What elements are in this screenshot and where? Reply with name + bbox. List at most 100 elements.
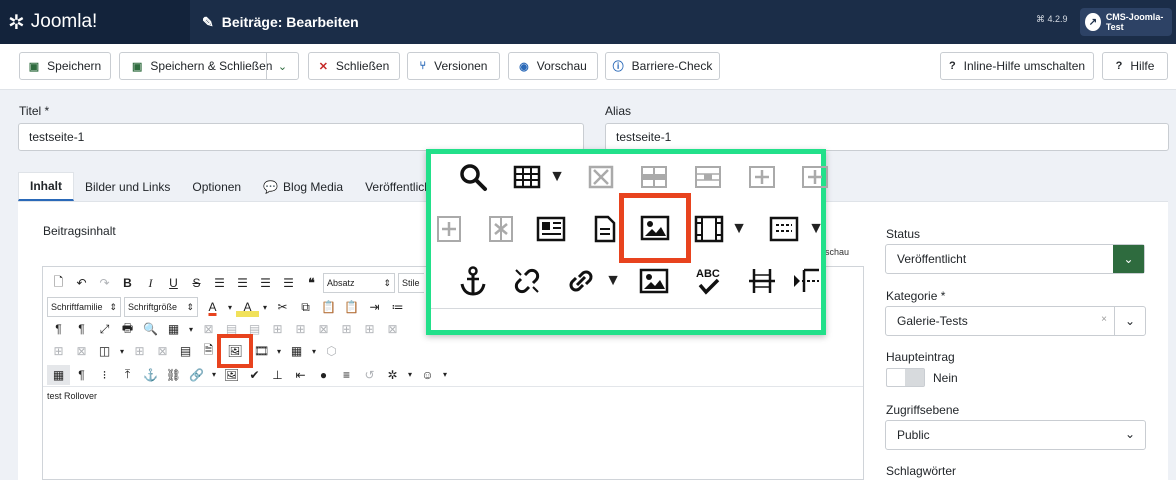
toggle-editor-partial[interactable]: rschau — [822, 247, 849, 257]
chevron-down-icon[interactable]: ▾ — [308, 341, 320, 361]
align-left-icon[interactable]: ☰ — [208, 273, 231, 293]
chevron-down-icon[interactable]: ▾ — [208, 365, 220, 385]
chevron-down-icon[interactable]: ▾ — [439, 365, 451, 385]
contact-card-icon[interactable]: ▤ — [174, 341, 197, 361]
cube-icon[interactable]: ⬡ — [320, 341, 343, 361]
spellcheck-icon[interactable]: ✔ — [243, 365, 266, 385]
save-button[interactable]: ▣ Speichern — [19, 52, 111, 80]
upload-icon[interactable]: ⤒ — [116, 365, 139, 385]
joomla-icon[interactable]: ✲ — [381, 365, 404, 385]
access-select[interactable]: Public ⌄ — [885, 420, 1146, 450]
insert-row-before-icon[interactable]: ⊞ — [266, 319, 289, 339]
align-justify-icon[interactable]: ☰ — [277, 273, 300, 293]
show-paragraphs-icon[interactable]: ¶ — [70, 365, 93, 385]
print-icon[interactable]: 🖶 — [116, 319, 139, 339]
cut-icon[interactable]: ✂ — [271, 297, 294, 317]
tab-inhalt[interactable]: Inhalt — [18, 172, 74, 201]
chevron-down-icon[interactable]: ▾ — [404, 365, 416, 385]
image-icon — [634, 261, 674, 301]
history-icon[interactable]: ↺ — [358, 365, 381, 385]
clear-icon[interactable]: × — [1101, 314, 1107, 325]
site-button[interactable]: ↗ CMS-Joomla-Test — [1080, 8, 1172, 36]
italic-icon[interactable]: I — [139, 273, 162, 293]
help-circle-icon[interactable]: ● — [312, 365, 335, 385]
anchor-icon[interactable]: ⚓ — [139, 365, 162, 385]
hr-icon[interactable]: ⊥ — [266, 365, 289, 385]
chevron-down-icon[interactable]: ▾ — [273, 341, 285, 361]
row-props-icon[interactable]: ▤ — [220, 319, 243, 339]
chevron-down-icon[interactable]: ▾ — [259, 297, 271, 317]
featured-toggle[interactable] — [886, 368, 925, 387]
paste-text-icon[interactable]: 📋 — [340, 297, 363, 317]
editor-content[interactable]: test Rollover — [47, 391, 97, 401]
align-right-icon[interactable]: ☰ — [254, 273, 277, 293]
strikethrough-icon[interactable]: S — [185, 273, 208, 293]
text-color-icon[interactable]: A — [201, 297, 224, 317]
paste-icon[interactable]: 📋 — [317, 297, 340, 317]
table-icon[interactable]: ▦ — [162, 319, 185, 339]
ordered-list-icon[interactable]: ≔ — [386, 297, 409, 317]
font-family-select[interactable]: Schriftfamilie ⇕ — [47, 297, 121, 317]
alias-input[interactable]: testseite-1 — [605, 123, 1169, 151]
style-select[interactable]: Stile — [398, 273, 424, 293]
undo-icon[interactable]: ↶ — [70, 273, 93, 293]
fullscreen-icon[interactable]: ⤢ — [93, 319, 116, 339]
ltr-icon[interactable]: ¶ — [47, 319, 70, 339]
visual-blocks-icon[interactable]: ▦ — [47, 364, 70, 385]
tab-optionen[interactable]: Optionen — [181, 172, 252, 201]
inline-help-button[interactable]: ? Inline-Hilfe umschalten — [940, 52, 1094, 80]
accessibility-check-button[interactable]: ⓘ Barriere-Check — [605, 52, 720, 80]
underline-icon[interactable]: U — [162, 273, 185, 293]
chevron-down-icon[interactable]: ▾ — [224, 297, 236, 317]
font-size-select[interactable]: Schriftgröße ⇕ — [124, 297, 198, 317]
tab-blog-media[interactable]: 💬 Blog Media — [252, 172, 354, 201]
remove-column-icon[interactable]: ⊠ — [151, 341, 174, 361]
chevron-down-icon[interactable]: ⌄ — [266, 53, 298, 79]
new-document-icon[interactable]: 🗋 — [47, 273, 70, 293]
image-icon[interactable]: 🖼 — [217, 334, 253, 368]
search-icon[interactable]: 🔍 — [139, 319, 162, 339]
delete-table-icon[interactable]: ⊠ — [197, 319, 220, 339]
help-button[interactable]: ? Hilfe — [1102, 52, 1168, 80]
status-select[interactable]: Veröffentlicht ⌄ — [885, 244, 1145, 274]
merge-cells-icon[interactable]: ⊠ — [70, 341, 93, 361]
versions-button[interactable]: ⑂ Versionen — [407, 52, 500, 80]
emoji-icon[interactable]: ☺ — [416, 365, 439, 385]
joomla-logo[interactable]: ✲ Joomla! — [0, 0, 190, 44]
tab-bilder-und-links[interactable]: Bilder und Links — [74, 172, 181, 201]
close-button[interactable]: ✕ Schließen — [308, 52, 400, 80]
insert-col-after-icon[interactable]: ⊞ — [358, 319, 381, 339]
chevron-down-icon[interactable]: ▾ — [185, 319, 197, 339]
redo-icon[interactable]: ↷ — [93, 273, 116, 293]
pagebreak-icon[interactable]: ⁝ — [93, 365, 116, 385]
insert-break-icon[interactable]: ⇤ — [289, 365, 312, 385]
align-center-icon[interactable]: ☰ — [231, 273, 254, 293]
format-select[interactable]: Absatz ⇕ — [323, 273, 395, 293]
unlink-icon[interactable]: ⛓ — [162, 365, 185, 385]
title-input[interactable]: testseite-1 — [18, 123, 584, 151]
delete-col-icon[interactable]: ⊠ — [381, 319, 404, 339]
document-icon[interactable]: 🗎 — [197, 341, 220, 361]
template-icon[interactable]: ▦ — [285, 341, 308, 361]
media-icon[interactable]: 🎞 — [250, 341, 273, 361]
cell-props-icon[interactable]: ▤ — [243, 319, 266, 339]
save-close-button[interactable]: ▣ Speichern & Schließen ⌄ — [119, 52, 299, 80]
emphasis-icon[interactable]: ≡ — [335, 365, 358, 385]
add-column-icon[interactable]: ⊞ — [128, 341, 151, 361]
link-icon[interactable]: 🔗 — [185, 365, 208, 385]
image-icon[interactable]: 🖼 — [220, 365, 243, 385]
columns-icon[interactable]: ◫ — [93, 341, 116, 361]
copy-icon[interactable]: ⧉ — [294, 297, 317, 317]
insert-row-after-icon[interactable]: ⊞ — [289, 319, 312, 339]
indent-icon[interactable]: ⇥ — [363, 297, 386, 317]
background-color-icon[interactable]: A — [236, 297, 259, 317]
chevron-down-icon[interactable]: ▾ — [116, 341, 128, 361]
preview-button[interactable]: ◉ Vorschau — [508, 52, 598, 80]
split-cells-icon[interactable]: ⊞ — [47, 341, 70, 361]
delete-row-icon[interactable]: ⊠ — [312, 319, 335, 339]
category-select[interactable]: Galerie-Tests × ⌄ — [885, 306, 1146, 336]
insert-col-before-icon[interactable]: ⊞ — [335, 319, 358, 339]
rtl-icon[interactable]: ¶ — [70, 319, 93, 339]
bold-icon[interactable]: B — [116, 273, 139, 293]
blockquote-icon[interactable]: ❝ — [300, 273, 323, 293]
